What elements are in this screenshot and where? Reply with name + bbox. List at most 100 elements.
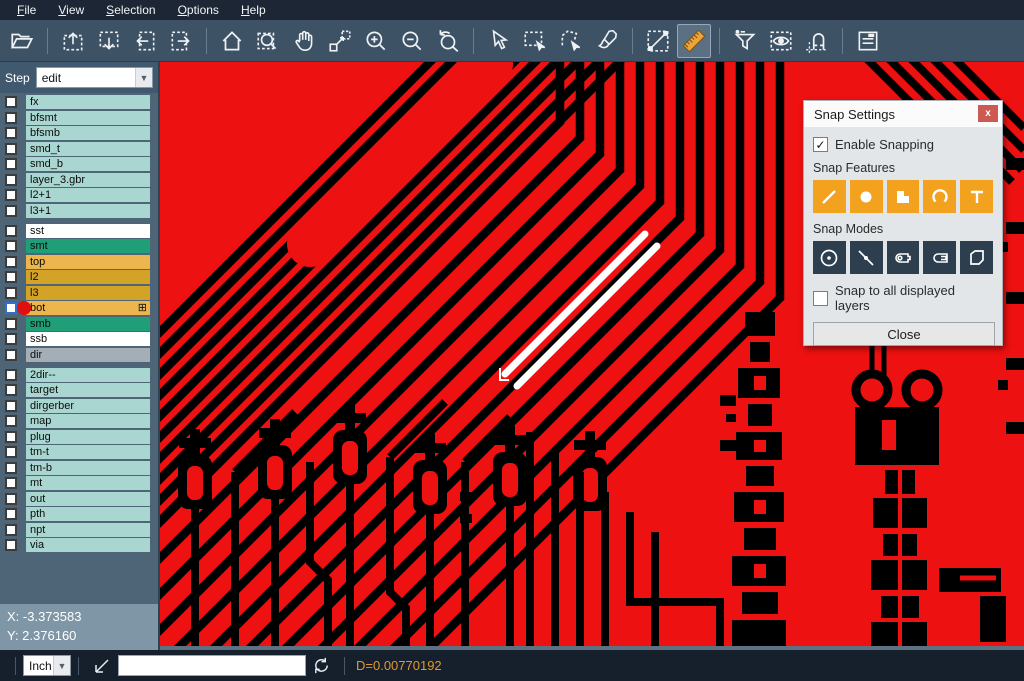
move-vertex-icon[interactable] <box>323 24 357 58</box>
layer-name[interactable]: smd_b <box>26 157 150 171</box>
layer-visibility-checkbox[interactable] <box>5 205 17 217</box>
layer-visibility-checkbox[interactable] <box>5 143 17 155</box>
layer-row-l3+1[interactable]: l3+1 <box>0 204 158 218</box>
layer-visibility-checkbox[interactable] <box>5 240 17 252</box>
layer-name[interactable]: mt <box>26 476 150 490</box>
layer-visibility-checkbox[interactable] <box>5 477 17 489</box>
layer-row-target[interactable]: target <box>0 383 158 397</box>
all-layers-checkbox[interactable] <box>813 291 828 306</box>
open-folder-icon[interactable] <box>5 24 39 58</box>
layer-name[interactable]: plug <box>26 430 150 444</box>
snap-magnet-icon[interactable] <box>800 24 834 58</box>
feature-filter-icon[interactable] <box>728 24 762 58</box>
layer-name[interactable]: l2+1 <box>26 188 150 202</box>
dialog-close-icon[interactable]: x <box>978 105 998 122</box>
layer-row-mt[interactable]: mt <box>0 476 158 490</box>
layer-visibility-checkbox[interactable] <box>5 271 17 283</box>
layer-row-ssb[interactable]: ssb <box>0 332 158 346</box>
zoom-in-icon[interactable] <box>359 24 393 58</box>
report-panel-icon[interactable] <box>851 24 885 58</box>
layer-name[interactable]: top <box>26 255 150 269</box>
layer-name[interactable]: dir <box>26 348 150 362</box>
snap-mode-slot-button[interactable] <box>923 241 956 274</box>
snap-feature-text-button[interactable] <box>960 180 993 213</box>
layer-name[interactable]: ssb <box>26 332 150 346</box>
snap-mode-contour-button[interactable] <box>960 241 993 274</box>
layer-row-bot[interactable]: bot⊞ <box>0 301 158 315</box>
zoom-window-icon[interactable] <box>251 24 285 58</box>
layer-visibility-checkbox[interactable] <box>5 400 17 412</box>
layer-name[interactable]: out <box>26 492 150 506</box>
layer-visibility-checkbox[interactable] <box>5 256 17 268</box>
layer-visibility-checkbox[interactable] <box>5 508 17 520</box>
enable-snapping-row[interactable]: ✓ Enable Snapping <box>813 137 993 152</box>
layer-visibility-checkbox[interactable] <box>5 318 17 330</box>
unit-select[interactable]: Inch ▼ <box>23 655 71 676</box>
layer-visibility-checkbox[interactable] <box>5 446 17 458</box>
layer-name[interactable]: map <box>26 414 150 428</box>
layer-row-bfsmb[interactable]: bfsmb <box>0 126 158 140</box>
snap-feature-surface-button[interactable] <box>887 180 920 213</box>
layer-name[interactable]: 2dir-- <box>26 368 150 382</box>
send-left-icon[interactable] <box>128 24 162 58</box>
layer-name[interactable]: dirgerber <box>26 399 150 413</box>
layer-row-l2+1[interactable]: l2+1 <box>0 188 158 202</box>
layer-name[interactable]: bot⊞ <box>26 301 150 315</box>
layer-name[interactable]: tm-b <box>26 461 150 475</box>
layer-row-l3[interactable]: l3 <box>0 286 158 300</box>
snap-feature-line-button[interactable] <box>813 180 846 213</box>
measure-line-icon[interactable] <box>641 24 675 58</box>
layer-name[interactable]: bfsmt <box>26 111 150 125</box>
layer-row-smd_t[interactable]: smd_t <box>0 142 158 156</box>
layer-name[interactable]: fx <box>26 95 150 109</box>
step-select[interactable]: edit ▼ <box>36 67 153 88</box>
layer-row-top[interactable]: top <box>0 255 158 269</box>
layer-visibility-checkbox[interactable] <box>5 415 17 427</box>
layer-name[interactable]: target <box>26 383 150 397</box>
home-view-icon[interactable] <box>215 24 249 58</box>
paint-brush-icon[interactable] <box>590 24 624 58</box>
layer-row-l2[interactable]: l2 <box>0 270 158 284</box>
view-window-icon[interactable] <box>764 24 798 58</box>
all-layers-row[interactable]: Snap to all displayed layers <box>813 283 993 313</box>
layer-row-out[interactable]: out <box>0 492 158 506</box>
layer-row-fx[interactable]: fx <box>0 95 158 109</box>
select-polygon-icon[interactable] <box>554 24 588 58</box>
menu-options[interactable]: Options <box>167 0 230 20</box>
send-right-icon[interactable] <box>164 24 198 58</box>
layer-row-2dir--[interactable]: 2dir-- <box>0 368 158 382</box>
layer-row-via[interactable]: via <box>0 538 158 552</box>
layer-visibility-checkbox[interactable] <box>5 174 17 186</box>
layer-visibility-checkbox[interactable] <box>5 524 17 536</box>
layer-name[interactable]: via <box>26 538 150 552</box>
layer-row-smb[interactable]: smb <box>0 317 158 331</box>
layer-visibility-checkbox[interactable] <box>5 225 17 237</box>
layer-name[interactable]: pth <box>26 507 150 521</box>
measure-ruler-icon[interactable] <box>677 24 711 58</box>
layer-row-bfsmt[interactable]: bfsmt <box>0 111 158 125</box>
layer-name[interactable]: smt <box>26 239 150 253</box>
sync-refresh-icon[interactable] <box>312 656 331 675</box>
snap-mode-slot-end-button[interactable] <box>887 241 920 274</box>
layer-name[interactable]: npt <box>26 523 150 537</box>
layer-name[interactable]: bfsmb <box>26 126 150 140</box>
layer-visibility-checkbox[interactable] <box>5 539 17 551</box>
layer-row-smt[interactable]: smt <box>0 239 158 253</box>
menu-help[interactable]: Help <box>230 0 277 20</box>
layer-visibility-checkbox[interactable] <box>5 462 17 474</box>
layer-visibility-checkbox[interactable] <box>5 158 17 170</box>
menu-selection[interactable]: Selection <box>95 0 166 20</box>
layer-row-dirgerber[interactable]: dirgerber <box>0 399 158 413</box>
layer-name[interactable]: layer_3.gbr <box>26 173 150 187</box>
snap-feature-arc-button[interactable] <box>923 180 956 213</box>
layer-visibility-checkbox[interactable] <box>5 189 17 201</box>
layer-row-tm-b[interactable]: tm-b <box>0 461 158 475</box>
layer-visibility-checkbox[interactable] <box>5 112 17 124</box>
menu-file[interactable]: File <box>6 0 47 20</box>
layer-visibility-checkbox[interactable] <box>5 96 17 108</box>
layer-visibility-checkbox[interactable] <box>5 287 17 299</box>
layer-visibility-checkbox[interactable] <box>5 493 17 505</box>
close-button[interactable]: Close <box>813 322 995 346</box>
send-to-bottom-icon[interactable] <box>92 24 126 58</box>
layer-visibility-checkbox[interactable] <box>5 369 17 381</box>
